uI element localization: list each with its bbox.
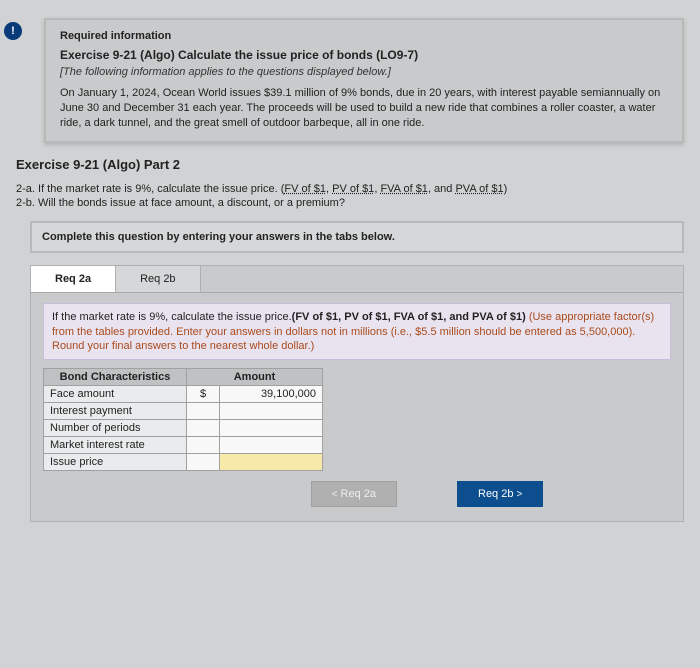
tab-req-2b[interactable]: Req 2b xyxy=(116,266,200,292)
row-label: Face amount xyxy=(44,386,187,403)
table-row: Face amount $ 39,100,000 xyxy=(44,386,323,403)
table-row: Number of periods xyxy=(44,420,323,437)
row-sym xyxy=(187,454,220,471)
context-note: [The following information applies to th… xyxy=(60,66,668,78)
row-sym: $ xyxy=(187,386,220,403)
interest-payment-input[interactable] xyxy=(220,403,323,420)
row-label: Interest payment xyxy=(44,403,187,420)
required-info-card: Required information Exercise 9-21 (Algo… xyxy=(44,18,684,143)
tab-strip: Req 2a Req 2b xyxy=(31,266,683,293)
alert-badge: ! xyxy=(4,22,22,40)
prev-button[interactable]: < Req 2a xyxy=(311,481,397,507)
exercise-title: Exercise 9-21 (Algo) Calculate the issue… xyxy=(60,48,668,62)
question-list: 2-a. If the market rate is 9%, calculate… xyxy=(16,182,700,212)
header-amount: Amount xyxy=(187,369,323,386)
part-heading: Exercise 9-21 (Algo) Part 2 xyxy=(16,157,700,172)
fva-link[interactable]: FVA of $1 xyxy=(380,183,428,195)
fv-link[interactable]: FV of $1 xyxy=(284,183,326,195)
row-sym xyxy=(187,420,220,437)
row-sym xyxy=(187,437,220,454)
next-button[interactable]: Req 2b > xyxy=(457,481,543,507)
chevron-right-icon: > xyxy=(517,489,523,500)
row-sym xyxy=(187,403,220,420)
tab-req-2a[interactable]: Req 2a xyxy=(31,266,116,292)
nav-buttons: < Req 2a Req 2b > xyxy=(171,481,683,507)
issue-price-input[interactable] xyxy=(220,454,323,471)
row-label: Issue price xyxy=(44,454,187,471)
question-2a: 2-a. If the market rate is 9%, calculate… xyxy=(16,182,700,197)
question-2b: 2-b. Will the bonds issue at face amount… xyxy=(16,196,700,211)
answer-panel: Req 2a Req 2b If the market rate is 9%, … xyxy=(30,265,684,522)
pv-link[interactable]: PV of $1 xyxy=(332,183,374,195)
pva-link[interactable]: PVA of $1 xyxy=(455,183,503,195)
table-row: Market interest rate xyxy=(44,437,323,454)
row-label: Market interest rate xyxy=(44,437,187,454)
bond-characteristics-table: Bond Characteristics Amount Face amount … xyxy=(43,368,323,471)
required-heading: Required information xyxy=(60,30,668,42)
market-rate-input[interactable] xyxy=(220,437,323,454)
number-periods-input[interactable] xyxy=(220,420,323,437)
scenario-text: On January 1, 2024, Ocean World issues $… xyxy=(60,86,668,131)
tab-instructions: If the market rate is 9%, calculate the … xyxy=(43,303,671,360)
row-label: Number of periods xyxy=(44,420,187,437)
chevron-left-icon: < xyxy=(332,489,338,500)
table-row: Issue price xyxy=(44,454,323,471)
face-amount-input[interactable]: 39,100,000 xyxy=(220,386,323,403)
header-characteristics: Bond Characteristics xyxy=(44,369,187,386)
table-row: Interest payment xyxy=(44,403,323,420)
instruction-box: Complete this question by entering your … xyxy=(30,221,684,253)
